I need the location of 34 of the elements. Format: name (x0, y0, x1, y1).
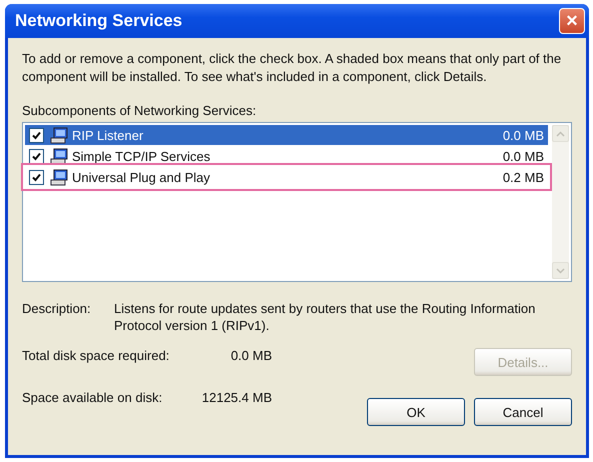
instructions-text: To add or remove a component, click the check box. A shaded box means that only part of the component will be installed. To see what's included in a component, click Details. (22, 50, 562, 86)
component-name: RIP Listener (72, 128, 144, 142)
component-row[interactable]: RIP Listener 0.0 MB (25, 125, 548, 145)
checkbox[interactable] (29, 128, 44, 142)
cancel-button[interactable]: Cancel (474, 398, 572, 426)
checkmark-icon (32, 172, 41, 182)
scroll-up-icon[interactable] (556, 130, 565, 136)
checkbox[interactable] (29, 170, 44, 184)
disk-value: 0.0 MB (230, 348, 272, 365)
checkmark-icon (32, 130, 41, 140)
component-row[interactable]: Simple TCP/IP Services 0.0 MB (25, 146, 548, 166)
component-name: Simple TCP/IP Services (72, 148, 212, 164)
window-title: Networking Services (15, 11, 182, 31)
description-label: Description: (22, 300, 92, 318)
disk-label: Space available on disk: (22, 390, 164, 407)
checkmark-icon (32, 152, 41, 160)
list-label: Subcomponents of Networking Services: (22, 102, 258, 120)
scroll-down-button[interactable] (552, 262, 569, 279)
component-size: 0.0 MB (502, 148, 544, 164)
scroll-down-icon[interactable] (556, 268, 565, 274)
computer-icon (50, 148, 68, 164)
component-size: 0.2 MB (502, 170, 544, 184)
disk-value: 12125.4 MB (200, 390, 272, 407)
component-size: 0.0 MB (502, 128, 544, 142)
description-text: Listens for route updates sent by routers that use the Routing Information Protocol version 1 (RIPv1). (114, 300, 536, 334)
computer-icon (50, 126, 68, 144)
scrollbar[interactable] (552, 125, 569, 279)
ok-button[interactable]: OK (367, 398, 465, 426)
scroll-up-button[interactable] (552, 125, 569, 142)
component-row[interactable]: Universal Plug and Play 0.2 MB (25, 167, 548, 187)
computer-icon (50, 168, 68, 186)
checkbox[interactable] (29, 148, 44, 164)
disk-label: Total disk space required: (22, 348, 170, 365)
component-name: Universal Plug and Play (72, 170, 212, 184)
